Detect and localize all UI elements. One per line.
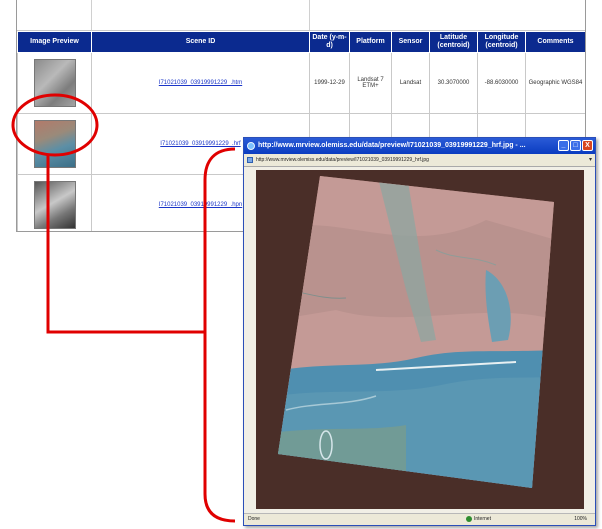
- sensor-cell: Landsat: [391, 52, 430, 114]
- address-url[interactable]: http://www.mrview.olemiss.edu/data/previ…: [256, 157, 429, 163]
- platform-cell: Landsat 7 ETM+: [349, 52, 392, 114]
- header-platform[interactable]: Platform: [349, 31, 392, 53]
- table-row: I71021039_03919991229_.htm 1999-12-29 La…: [17, 52, 585, 114]
- header-image-preview[interactable]: Image Preview: [17, 31, 92, 53]
- window-titlebar[interactable]: http://www.mrview.olemiss.edu/data/previ…: [244, 138, 595, 154]
- header-latitude[interactable]: Latitude (centroid): [429, 31, 478, 53]
- preview-cell: [17, 52, 92, 114]
- status-text: Done: [248, 516, 260, 522]
- image-preview-window[interactable]: http://www.mrview.olemiss.edu/data/previ…: [243, 137, 596, 526]
- column-divider: [91, 0, 92, 30]
- preview-cell: [17, 174, 92, 231]
- longitude-cell: -88.6030000: [477, 52, 526, 114]
- zoom-level[interactable]: 100%: [574, 514, 587, 525]
- scene-thumbnail[interactable]: [33, 120, 76, 168]
- status-bar: Done Internet 100%: [244, 513, 595, 525]
- address-bar[interactable]: http://www.mrview.olemiss.edu/data/previ…: [244, 154, 595, 167]
- maximize-button[interactable]: □: [570, 140, 581, 151]
- comments-cell: Geographic WGS84: [525, 52, 585, 114]
- table-top-strip: [17, 0, 585, 31]
- header-longitude[interactable]: Longitude (centroid): [477, 31, 526, 53]
- close-button[interactable]: X: [582, 140, 593, 151]
- header-comments[interactable]: Comments: [525, 31, 585, 53]
- window-controls: _ □ X: [558, 140, 593, 151]
- chevron-down-icon[interactable]: ▾: [589, 154, 592, 166]
- scene-thumbnail[interactable]: [33, 59, 76, 107]
- browser-icon: [247, 142, 255, 150]
- screenshot-composite: Image Preview Scene ID Date (y-m-d) Plat…: [0, 0, 602, 529]
- column-divider: [309, 0, 310, 30]
- preview-image-viewport: [256, 170, 584, 509]
- header-sensor[interactable]: Sensor: [391, 31, 430, 53]
- globe-icon: [466, 515, 472, 522]
- scene-id-link[interactable]: I71021039_03919991229_.htm: [159, 80, 242, 86]
- page-icon: [247, 157, 253, 163]
- scene-id-link[interactable]: I71021039_03919991229_.hrf: [160, 141, 240, 147]
- minimize-button[interactable]: _: [558, 140, 569, 151]
- scene-thumbnail[interactable]: [33, 181, 76, 229]
- preview-cell: [17, 113, 92, 175]
- security-zone: Internet: [466, 514, 491, 525]
- header-date[interactable]: Date (y-m-d): [309, 31, 350, 53]
- date-cell: 1999-12-29: [309, 52, 350, 114]
- scene-id-link[interactable]: I71021039_03919991229_.hpn: [159, 202, 242, 208]
- satellite-image: [278, 176, 554, 488]
- header-scene-id[interactable]: Scene ID: [91, 31, 310, 53]
- scene-id-cell: I71021039_03919991229_.htm: [91, 52, 310, 114]
- table-header-row: Image Preview Scene ID Date (y-m-d) Plat…: [17, 31, 585, 53]
- zone-label: Internet: [474, 516, 491, 522]
- latitude-cell: 30.3070000: [429, 52, 478, 114]
- window-title: http://www.mrview.olemiss.edu/data/previ…: [258, 142, 526, 149]
